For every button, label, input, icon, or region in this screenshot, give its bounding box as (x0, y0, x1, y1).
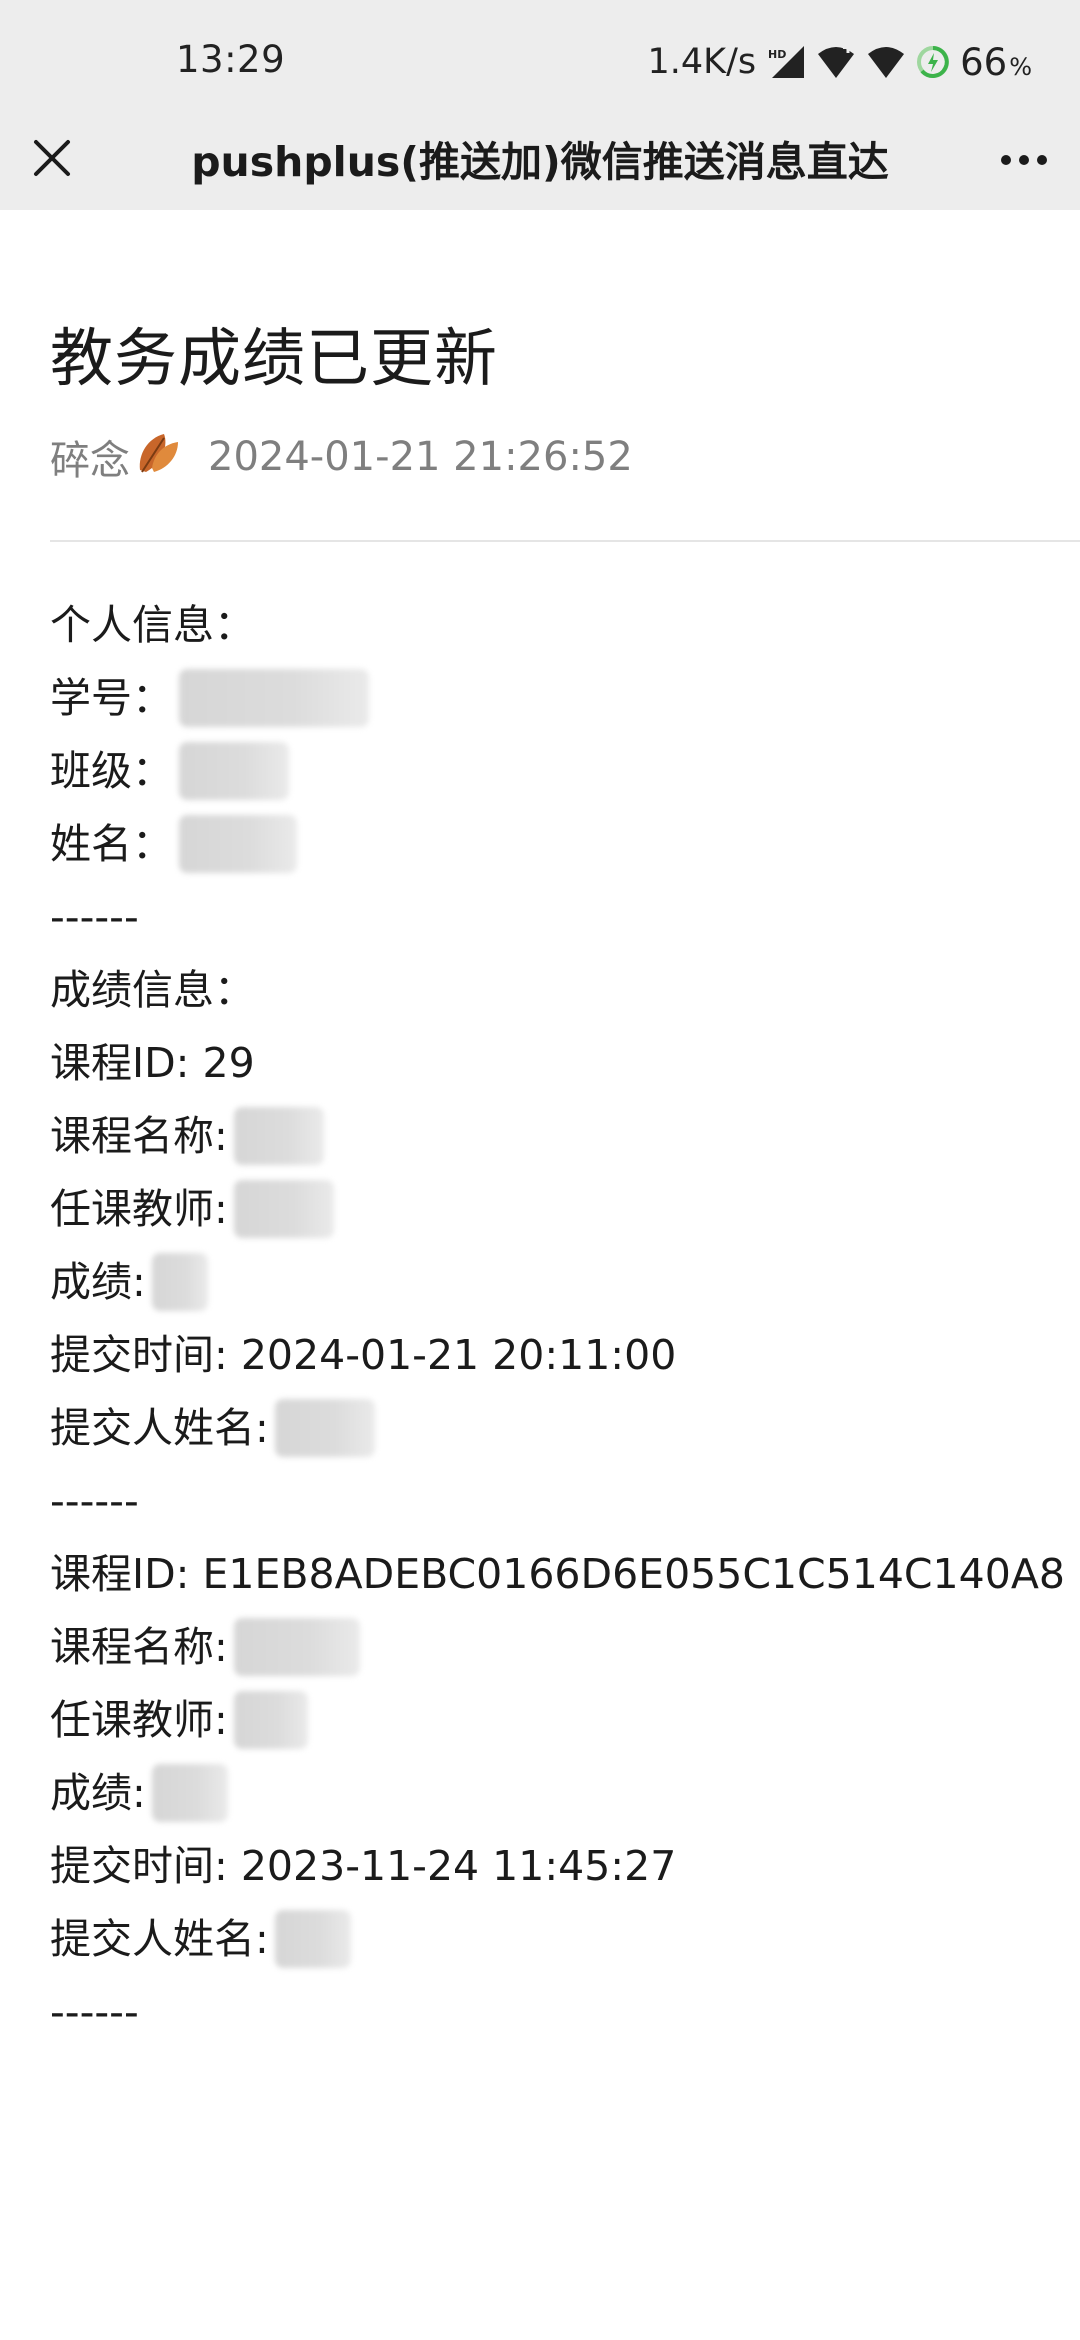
submitter-row: 提交人姓名: (50, 1909, 351, 1969)
separator-text: ------ (50, 1477, 139, 1525)
student-id-row: 学号： (50, 668, 369, 728)
more-icon (1000, 151, 1048, 170)
score-row: 成绩: (50, 1763, 228, 1823)
course-name-label: 课程名称: (50, 1112, 228, 1160)
status-bar: 13:29 1.4K/s HD 66% (0, 0, 1080, 124)
title-bar: pushplus(推送加)微信推送消息直达 (0, 110, 1080, 210)
hd-signal-icon: HD (766, 44, 806, 80)
battery-value: 66 (960, 40, 1008, 84)
leaf-icon (134, 428, 182, 486)
grades-header-text: 成绩信息： (50, 966, 255, 1014)
separator: ------ (50, 887, 139, 947)
class-label: 班级： (50, 747, 173, 795)
wifi-plus-icon (816, 44, 856, 80)
svg-text:HD: HD (768, 48, 786, 61)
score-label: 成绩: (50, 1769, 146, 1817)
submitter-row: 提交人姓名: (50, 1398, 375, 1458)
submitter-label: 提交人姓名: (50, 1915, 269, 1963)
course-id: 课程ID: E1EB8ADEBC0166D6E055C1C514C140A8 (50, 1550, 1065, 1598)
teacher-label: 任课教师: (50, 1185, 228, 1233)
teacher-label: 任课教师: (50, 1696, 228, 1744)
redacted-course-name (233, 1107, 324, 1165)
separator: ------ (50, 1471, 139, 1531)
article-meta: 碎念 2024-01-21 21:26:52 (50, 428, 633, 486)
course-id-row: 课程ID: E1EB8ADEBC0166D6E055C1C514C140A8 (50, 1544, 1065, 1604)
close-icon (32, 138, 72, 182)
course-id: 课程ID: 29 (50, 1039, 255, 1087)
redacted-teacher (233, 1180, 334, 1238)
close-button[interactable] (22, 130, 82, 190)
grades-header: 成绩信息： (50, 960, 255, 1020)
author-name[interactable]: 碎念 (50, 428, 130, 486)
battery-charging-icon (916, 45, 950, 79)
wifi-icon (866, 44, 906, 80)
battery-unit: % (1009, 52, 1032, 81)
student-id-label: 学号： (50, 674, 173, 722)
page-title: pushplus(推送加)微信推送消息直达 (191, 138, 889, 186)
submit-time-row: 提交时间: 2024-01-21 20:11:00 (50, 1325, 676, 1385)
status-indicators: 1.4K/s HD 66% (647, 36, 1032, 88)
name-row: 姓名： (50, 814, 297, 874)
submitter-label: 提交人姓名: (50, 1404, 269, 1452)
score-row: 成绩: (50, 1252, 208, 1312)
separator: ------ (50, 1982, 139, 2042)
personal-info-header: 个人信息： (50, 595, 255, 655)
separator-text: ------ (50, 893, 139, 941)
course-name-row: 课程名称: (50, 1617, 360, 1677)
redacted-submitter (274, 1910, 351, 1968)
separator-text: ------ (50, 1988, 139, 2036)
redacted-teacher (233, 1691, 308, 1749)
redacted-score (151, 1253, 208, 1311)
publish-time: 2024-01-21 21:26:52 (208, 434, 633, 480)
submit-time-row: 提交时间: 2023-11-24 11:45:27 (50, 1836, 676, 1896)
name-label: 姓名： (50, 820, 173, 868)
class-row: 班级： (50, 741, 289, 801)
teacher-row: 任课教师: (50, 1179, 334, 1239)
course-name-row: 课程名称: (50, 1106, 324, 1166)
redacted-class (179, 742, 289, 800)
battery-level: 66% (960, 41, 1032, 84)
network-speed: 1.4K/s (647, 42, 757, 82)
redacted-student-id (179, 669, 369, 727)
course-name-label: 课程名称: (50, 1623, 228, 1671)
personal-info-header-text: 个人信息： (50, 601, 255, 649)
submit-time: 提交时间: 2023-11-24 11:45:27 (50, 1842, 677, 1890)
teacher-row: 任课教师: (50, 1690, 308, 1750)
redacted-name (179, 815, 297, 873)
status-time: 13:29 (176, 38, 286, 81)
article-title: 教务成绩已更新 (50, 322, 498, 395)
divider (50, 540, 1080, 542)
redacted-submitter (274, 1399, 375, 1457)
submit-time: 提交时间: 2024-01-21 20:11:00 (50, 1331, 677, 1379)
redacted-score (151, 1764, 228, 1822)
more-button[interactable] (990, 130, 1058, 190)
score-label: 成绩: (50, 1258, 146, 1306)
course-id-row: 课程ID: 29 (50, 1033, 255, 1093)
redacted-course-name (233, 1618, 360, 1676)
